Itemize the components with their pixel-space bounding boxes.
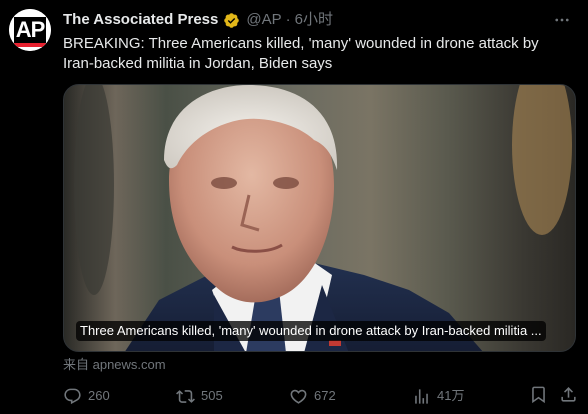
tweet-header: The Associated Press @AP · 6小时 xyxy=(63,11,333,29)
views-icon xyxy=(412,387,431,406)
ap-logo-bar xyxy=(14,43,46,47)
reply-button[interactable]: 260 xyxy=(63,385,110,407)
repost-button[interactable]: 505 xyxy=(176,385,223,407)
tweet-time[interactable]: 6小时 xyxy=(295,11,333,29)
bookmark-button[interactable] xyxy=(529,385,548,404)
views-button[interactable]: 41万 xyxy=(412,385,464,407)
reply-icon xyxy=(63,387,82,406)
bookmark-icon xyxy=(529,385,548,404)
separator-dot: · xyxy=(285,11,291,28)
like-count: 672 xyxy=(314,388,336,403)
card-caption[interactable]: Three Americans killed, 'many' wounded i… xyxy=(76,321,546,341)
reply-count: 260 xyxy=(88,388,110,403)
author-handle[interactable]: @AP xyxy=(246,11,281,29)
link-card-image[interactable]: Three Americans killed, 'many' wounded i… xyxy=(63,84,576,352)
author-name[interactable]: The Associated Press xyxy=(63,11,218,29)
action-bar: 260 505 672 41万 xyxy=(63,385,576,407)
like-button[interactable]: 672 xyxy=(289,385,336,407)
card-source[interactable]: 来自 apnews.com xyxy=(63,357,166,373)
views-count: 41万 xyxy=(437,388,465,403)
ap-logo-text: AP xyxy=(15,17,46,42)
share-icon xyxy=(559,385,578,404)
repost-icon xyxy=(176,387,195,406)
ap-logo-mark: AP xyxy=(14,17,46,47)
share-button[interactable] xyxy=(559,385,578,404)
avatar[interactable]: AP xyxy=(9,9,51,51)
photo-illustration xyxy=(74,85,572,351)
verified-badge-icon[interactable] xyxy=(223,12,240,29)
heart-icon xyxy=(289,387,308,406)
repost-count: 505 xyxy=(201,388,223,403)
more-icon[interactable] xyxy=(552,10,572,30)
ap-logo: AP xyxy=(9,9,51,51)
tweet-text: BREAKING: Three Americans killed, 'many'… xyxy=(63,35,539,72)
